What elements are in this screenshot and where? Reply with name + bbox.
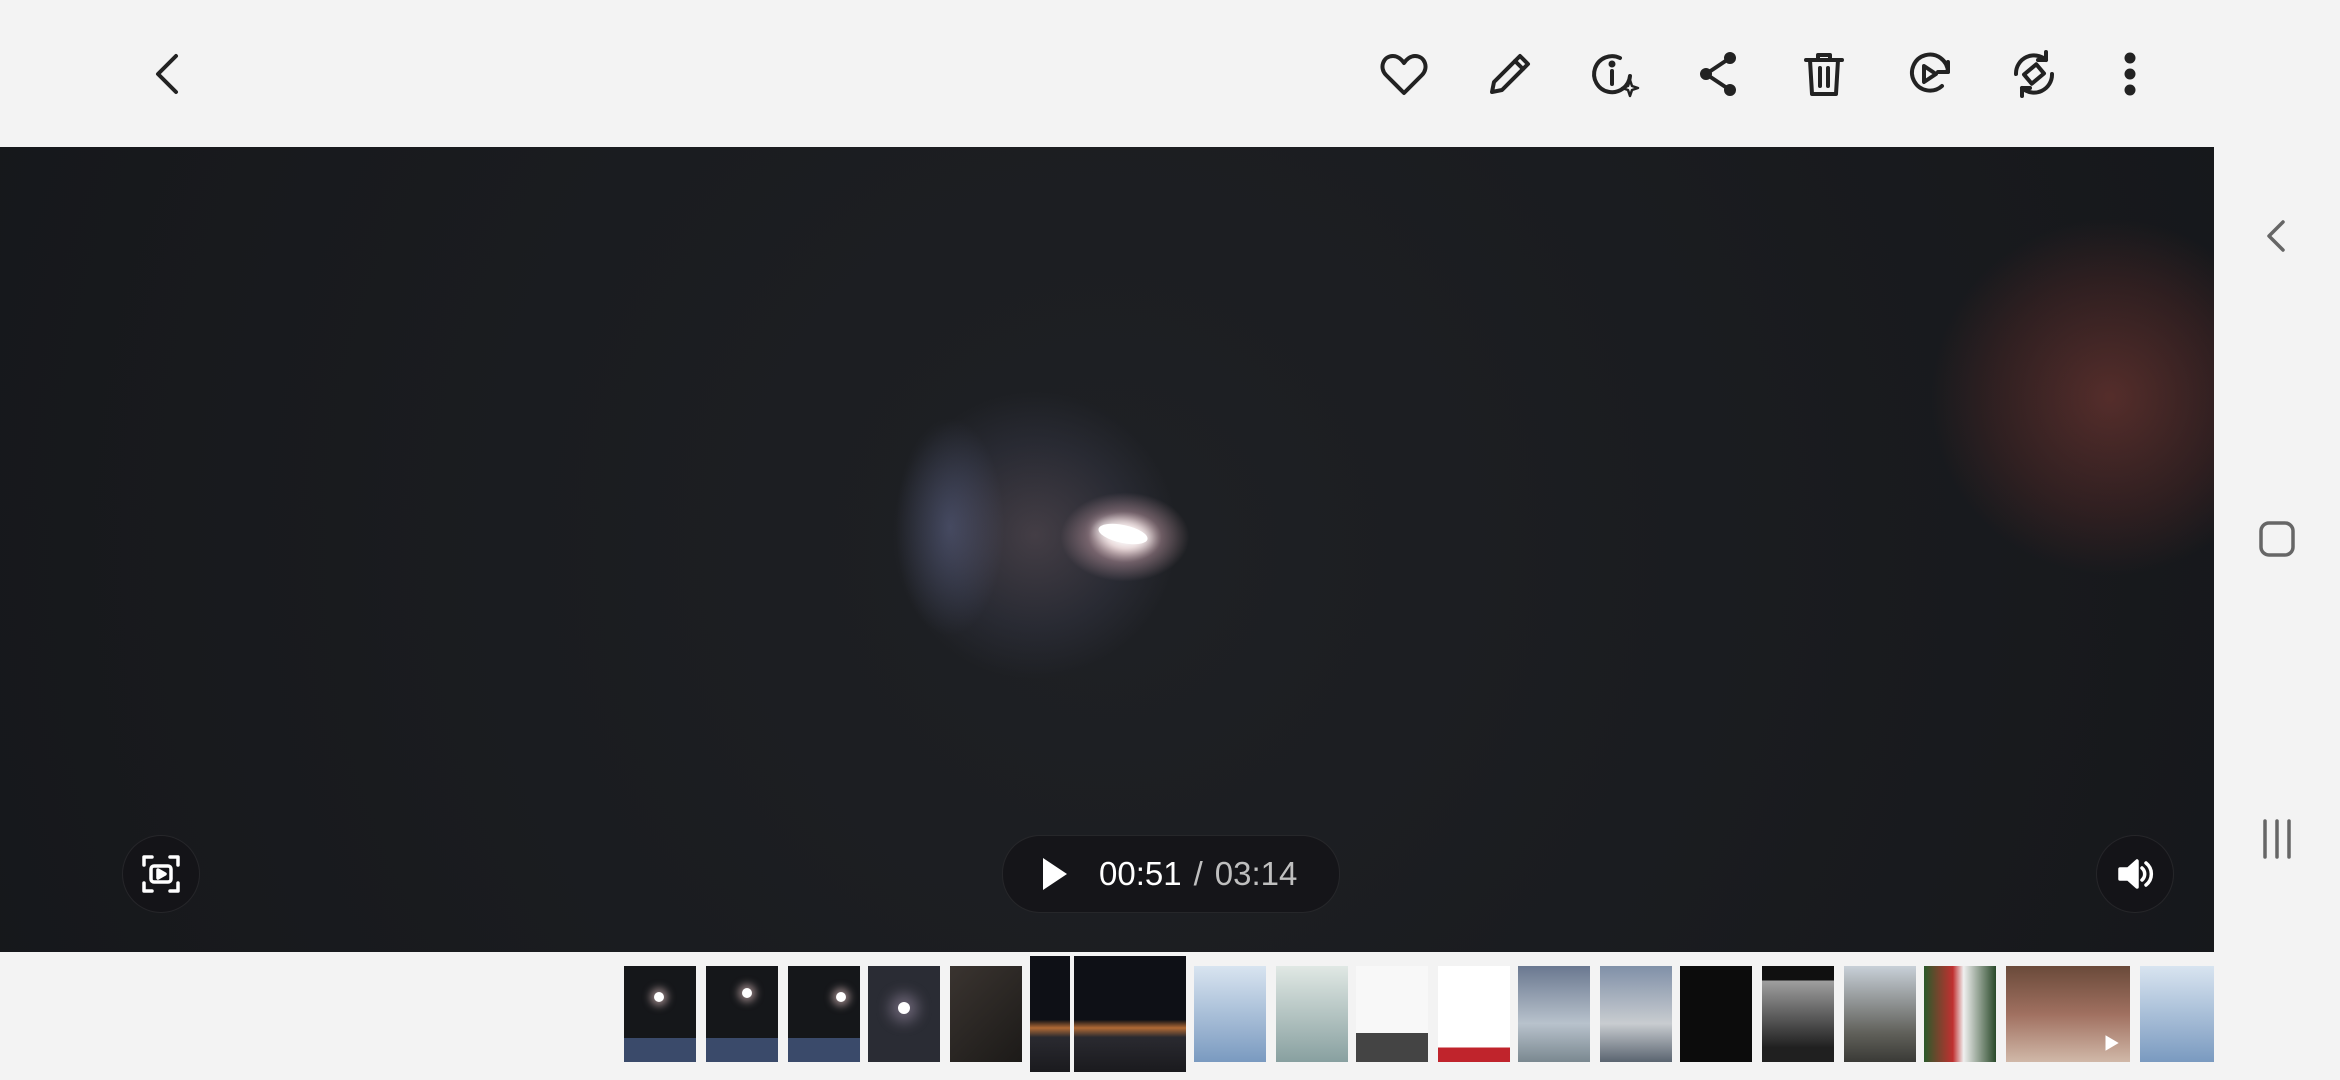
capture-button[interactable] <box>122 835 200 913</box>
thumbnail[interactable] <box>868 966 940 1062</box>
chevron-left-icon <box>156 54 178 94</box>
details-button[interactable] <box>1576 36 1652 112</box>
play-icon <box>1043 858 1067 890</box>
thumbnail[interactable] <box>2140 966 2214 1062</box>
thumbnail[interactable] <box>1276 966 1348 1062</box>
rotate-button[interactable] <box>1996 36 2072 112</box>
thumbnail[interactable] <box>1844 966 1916 1062</box>
thumbnail[interactable] <box>1600 966 1672 1062</box>
thumbnail-video[interactable] <box>2006 966 2130 1062</box>
recents-icon <box>2263 819 2291 859</box>
play-button[interactable] <box>1025 846 1081 902</box>
thumbnail[interactable] <box>1194 966 1266 1062</box>
thumbnail[interactable] <box>624 966 696 1062</box>
back-icon <box>2267 220 2285 252</box>
thumbnail[interactable] <box>788 966 860 1062</box>
back-button[interactable] <box>130 36 206 112</box>
video-indicator-icon <box>2105 1035 2119 1051</box>
pencil-icon <box>1490 54 1530 94</box>
thumbnail[interactable] <box>1762 966 1834 1062</box>
thumbnail[interactable] <box>1680 966 1752 1062</box>
home-icon <box>2259 521 2295 557</box>
share-icon <box>1700 52 1736 96</box>
system-home-button[interactable] <box>2234 496 2320 582</box>
edit-button[interactable] <box>1472 36 1548 112</box>
share-button[interactable] <box>1680 36 1756 112</box>
thumbnail-filmstrip <box>0 952 2214 1080</box>
remaster-button[interactable] <box>1892 36 1968 112</box>
remaster-video-icon <box>1910 52 1950 93</box>
volume-icon <box>2118 859 2154 889</box>
rotate-icon <box>2013 50 2055 98</box>
current-time: 00:51 <box>1099 855 1182 892</box>
thumbnail[interactable] <box>1356 966 1428 1062</box>
info-ai-icon <box>1592 54 1640 98</box>
video-viewer[interactable]: 00:51 / 03:14 <box>0 147 2214 952</box>
playback-controls: 00:51 / 03:14 <box>1002 835 1340 913</box>
trash-icon <box>1804 53 1844 96</box>
system-navigation-bar <box>2214 0 2340 1080</box>
more-vertical-icon <box>2124 52 2136 96</box>
time-separator: / <box>1193 855 1203 892</box>
more-options-button[interactable] <box>2092 36 2168 112</box>
volume-button[interactable] <box>2096 835 2174 913</box>
top-toolbar <box>0 0 2214 147</box>
thumbnail-current[interactable] <box>1030 956 1186 1072</box>
thumbnail[interactable] <box>1518 966 1590 1062</box>
system-back-button[interactable] <box>2234 193 2320 279</box>
total-time: 03:14 <box>1214 855 1298 892</box>
video-capture-icon <box>142 855 180 893</box>
delete-button[interactable] <box>1786 36 1862 112</box>
favorite-button[interactable] <box>1366 36 1442 112</box>
thumbnail[interactable] <box>950 966 1022 1062</box>
thumbnail[interactable] <box>1438 966 1510 1062</box>
light-halo-left <box>895 417 1005 637</box>
thumbnail[interactable] <box>1924 966 1996 1062</box>
thumbnail[interactable] <box>706 966 778 1062</box>
system-recents-button[interactable] <box>2234 796 2320 882</box>
playback-time: 00:51 / 03:14 <box>1099 855 1297 893</box>
heart-icon <box>1380 54 1428 95</box>
